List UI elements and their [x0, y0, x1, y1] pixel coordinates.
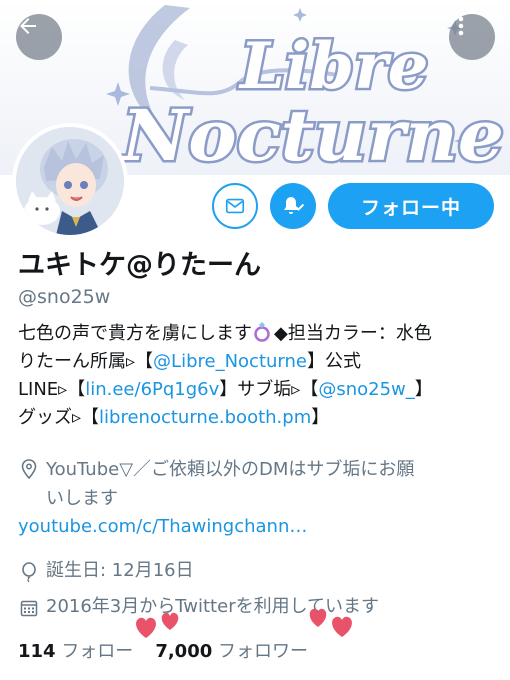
- booth-link[interactable]: librenocturne.booth.pm: [99, 407, 311, 428]
- profile-bio: 七色の声で貴方を虜にします ◆担当カラー：水色 りたーん所属▹【@Libre_N…: [18, 320, 498, 432]
- profile-url-link[interactable]: youtube.com/c/Thawingchann…: [18, 516, 307, 537]
- avatar[interactable]: [12, 123, 128, 239]
- bio-text: 】サブ垢▹【: [219, 379, 319, 400]
- bio-line-1: 七色の声で貴方を虜にします ◆担当カラー：水色: [18, 320, 498, 348]
- bell-check-icon: [284, 197, 305, 214]
- bio-text: ◆担当カラー：水色: [274, 323, 432, 344]
- avatar-illustration: [16, 127, 124, 235]
- back-button[interactable]: [16, 14, 62, 60]
- following-label: フォロー: [61, 641, 134, 662]
- bio-text: LINE▹【: [18, 379, 86, 400]
- location-text-line-1: YouTube▽／ご依頼以外のDMはサブ垢にお願: [46, 459, 415, 480]
- line-link[interactable]: lin.ee/6Pq1g6v: [85, 379, 219, 400]
- arrow-left-icon: [20, 18, 36, 34]
- followers-label: フォロワー: [217, 641, 308, 662]
- joined-row: 2016年3月からTwitterを利用しています: [18, 594, 498, 620]
- bio-line-4: グッズ▹【librenocturne.booth.pm】: [18, 404, 498, 432]
- notifications-button[interactable]: [270, 183, 316, 229]
- followers-link[interactable]: 7,000 フォロワー: [155, 641, 308, 662]
- bio-text: りたーん所属▹【: [18, 351, 154, 372]
- more-vertical-icon: [458, 16, 464, 36]
- mention-sub-account-link[interactable]: @sno25w_: [318, 379, 414, 400]
- location-pin-icon: [18, 458, 40, 480]
- logo-libre: Libre: [238, 29, 429, 104]
- logo-nocturne: Nocturne: [120, 94, 504, 175]
- bio-text: 】公式: [307, 351, 361, 372]
- more-options-button[interactable]: [449, 14, 495, 60]
- bio-text: 七色の声で貴方を虜にします: [18, 323, 252, 344]
- birthday-row: 誕生日: 12月16日: [18, 558, 498, 584]
- location-row: YouTube▽／ご依頼以外のDMはサブ垢にお願 いします: [18, 455, 498, 513]
- display-name: ユキトケ@りたーん: [18, 250, 261, 281]
- message-button[interactable]: [212, 183, 258, 229]
- following-button[interactable]: フォロー中: [328, 183, 494, 229]
- envelope-icon: [225, 198, 245, 214]
- profile-page: Libre Nocturne フォロー中 ユキトケ@りたーん @sno25w 七…: [0, 0, 510, 680]
- bio-line-3: LINE▹【lin.ee/6Pq1g6v】サブ垢▹【@sno25w_】: [18, 376, 498, 404]
- following-link[interactable]: 114 フォロー: [18, 641, 133, 662]
- ring-icon: [254, 322, 270, 342]
- bio-text: 】: [311, 407, 330, 428]
- bio-text: グッズ▹【: [18, 407, 100, 428]
- followers-count: 7,000: [155, 641, 213, 662]
- user-handle: @sno25w: [18, 286, 111, 308]
- bio-text: 】: [414, 379, 433, 400]
- birthday-text: 誕生日: 12月16日: [46, 560, 194, 581]
- follow-stats: 114 フォロー 7,000 フォロワー: [18, 637, 308, 663]
- following-count: 114: [18, 641, 56, 662]
- balloon-icon: [18, 561, 40, 583]
- calendar-icon: [18, 597, 40, 619]
- mention-libre-nocturne-link[interactable]: @Libre_Nocturne: [153, 351, 307, 372]
- bio-line-2: りたーん所属▹【@Libre_Nocturne】公式: [18, 348, 498, 376]
- heart-icon: [309, 608, 352, 637]
- location-text-line-2: いします: [46, 488, 118, 509]
